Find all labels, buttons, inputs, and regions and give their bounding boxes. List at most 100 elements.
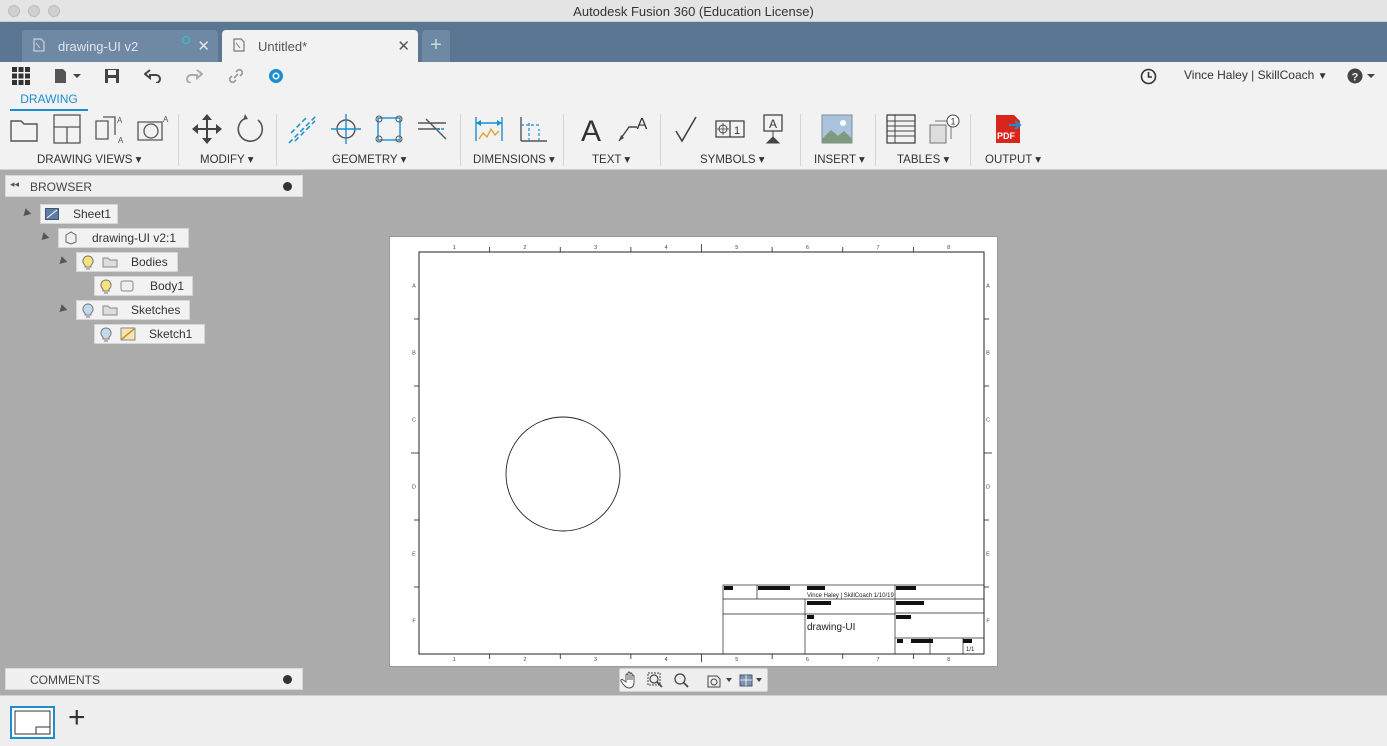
pan-hand-icon[interactable] xyxy=(620,671,635,689)
feature-control-frame-icon[interactable]: 1 xyxy=(713,112,747,146)
datum-identifier-icon[interactable]: A xyxy=(756,112,790,146)
group-label-dimensions[interactable]: DIMENSIONS ▾ xyxy=(473,152,555,166)
workspace-tab-drawing[interactable]: DRAWING xyxy=(10,92,88,111)
balloon-icon[interactable]: 1 xyxy=(927,112,961,146)
user-account-menu[interactable]: Vince Haley | SkillCoach ▼ xyxy=(1184,68,1328,82)
group-label-symbols[interactable]: SYMBOLS ▾ xyxy=(700,152,765,166)
save-icon[interactable] xyxy=(102,66,122,86)
pdf-export-icon[interactable]: PDF xyxy=(992,112,1026,146)
collapse-panel-icon[interactable]: ◂◂ xyxy=(10,179,19,190)
tree-node-sketch1[interactable]: Sketch1 xyxy=(94,324,205,344)
detail-view-icon[interactable]: A xyxy=(136,112,170,146)
title-bar: Autodesk Fusion 360 (Education License) xyxy=(0,0,1387,22)
zone-label: F xyxy=(412,619,416,625)
tab-untitled[interactable]: Untitled* ✕ xyxy=(222,30,418,62)
sheet-thumbnail-1[interactable] xyxy=(10,706,55,739)
zoom-window-icon[interactable] xyxy=(647,672,663,688)
undo-icon[interactable] xyxy=(143,66,163,86)
group-label-insert[interactable]: INSERT ▾ xyxy=(814,152,865,166)
insert-image-icon[interactable] xyxy=(820,112,854,146)
leader-icon[interactable]: A xyxy=(616,112,650,146)
tree-node-sketches[interactable]: Sketches xyxy=(76,300,190,320)
redo-icon[interactable] xyxy=(184,66,204,86)
lightbulb-icon[interactable] xyxy=(100,326,112,342)
surface-texture-icon[interactable] xyxy=(670,112,704,146)
group-label-output[interactable]: OUTPUT ▾ xyxy=(985,152,1041,166)
job-status-icon[interactable] xyxy=(266,66,286,86)
group-label-modify[interactable]: MODIFY ▾ xyxy=(200,152,253,166)
expand-triangle-icon[interactable] xyxy=(38,232,50,243)
tree-node-drawing-view[interactable]: drawing-UI v2:1 xyxy=(58,228,189,248)
edge-extension-icon[interactable] xyxy=(415,112,449,146)
tree-node-body1[interactable]: Body1 xyxy=(94,276,193,296)
add-sheet-button[interactable]: + xyxy=(68,703,86,733)
group-label-geometry[interactable]: GEOMETRY ▾ xyxy=(332,152,406,166)
table-icon[interactable] xyxy=(884,112,918,146)
zone-label: D xyxy=(412,485,416,491)
browser-panel-header[interactable]: ◂◂ BROWSER xyxy=(5,175,303,197)
link-icon[interactable] xyxy=(226,66,246,86)
panel-pin-icon[interactable] xyxy=(283,182,292,191)
zone-label: 6 xyxy=(806,657,809,663)
user-name: Vince Haley | SkillCoach xyxy=(1184,68,1315,82)
zoom-icon[interactable] xyxy=(674,673,689,688)
tree-node-sheet1[interactable]: Sheet1 xyxy=(40,204,118,224)
zone-label: B xyxy=(986,351,990,357)
data-panel-grid-icon[interactable] xyxy=(10,66,32,86)
group-separator xyxy=(178,114,179,166)
svg-text:1: 1 xyxy=(734,125,740,137)
tree-label: Sketch1 xyxy=(149,327,193,341)
zone-label: 6 xyxy=(806,245,809,251)
expand-triangle-icon[interactable] xyxy=(56,256,68,267)
group-separator xyxy=(660,114,661,166)
centerline-icon[interactable] xyxy=(286,112,320,146)
document-tab-strip: drawing-UI v2 ✕ Untitled* ✕ + xyxy=(0,22,1387,62)
add-comment-icon[interactable] xyxy=(283,675,292,684)
close-tab-button[interactable]: ✕ xyxy=(197,37,210,55)
ordinate-dimension-icon[interactable] xyxy=(516,112,550,146)
drawing-doc-icon xyxy=(33,38,45,52)
move-icon[interactable] xyxy=(190,112,224,146)
group-separator xyxy=(276,114,277,166)
center-mark-pattern-icon[interactable] xyxy=(372,112,406,146)
sheet-canvas[interactable]: 1 1 2 2 3 3 4 4 5 5 6 6 7 7 8 8 A A B B C C D D E E F F Vince Haley… xyxy=(390,237,997,666)
group-label-tables[interactable]: TABLES ▾ xyxy=(897,152,949,166)
zone-labels: 1 1 2 2 3 3 4 4 5 5 6 6 7 7 8 8 A A B B C C D D E E F F xyxy=(412,245,990,663)
text-icon[interactable]: A xyxy=(574,112,608,146)
fit-to-window-icon[interactable] xyxy=(707,675,732,688)
projected-view-icon[interactable] xyxy=(50,112,84,146)
zone-label: E xyxy=(986,552,990,558)
drawing-sheet[interactable]: 1 1 2 2 3 3 4 4 5 5 6 6 7 7 8 8 A A B B C C D D E E F F Vince Haley… xyxy=(389,236,998,667)
tree-node-bodies[interactable]: Bodies xyxy=(76,252,178,272)
zone-label: 2 xyxy=(523,657,526,663)
center-mark-icon[interactable] xyxy=(329,112,363,146)
comments-panel-header[interactable]: COMMENTS xyxy=(5,668,303,690)
lightbulb-icon[interactable] xyxy=(82,302,94,318)
zone-label: 7 xyxy=(877,657,880,663)
tab-drawing-ui-v2[interactable]: drawing-UI v2 ✕ xyxy=(22,30,218,62)
sketch-circle[interactable] xyxy=(505,416,621,532)
zone-label: 4 xyxy=(665,245,668,251)
svg-text:A: A xyxy=(163,115,169,124)
zone-label: C xyxy=(412,418,416,424)
section-view-icon[interactable]: AA xyxy=(93,112,127,146)
lightbulb-icon[interactable] xyxy=(100,278,112,294)
display-settings-icon[interactable] xyxy=(739,674,762,687)
expand-triangle-icon[interactable] xyxy=(20,208,32,219)
history-clock-icon[interactable] xyxy=(1138,66,1158,86)
rotate-icon[interactable] xyxy=(233,112,267,146)
expand-triangle-icon[interactable] xyxy=(56,304,68,315)
svg-text:1: 1 xyxy=(950,117,955,127)
file-menu-button[interactable] xyxy=(52,66,84,86)
group-label-drawing-views[interactable]: DRAWING VIEWS ▾ xyxy=(37,152,141,166)
new-tab-button[interactable]: + xyxy=(422,30,450,62)
dimension-icon[interactable] xyxy=(472,112,506,146)
tab-label: drawing-UI v2 xyxy=(58,39,139,54)
svg-text:A: A xyxy=(117,116,123,125)
help-menu-button[interactable]: ? xyxy=(1346,66,1380,86)
group-label-text[interactable]: TEXT ▾ xyxy=(592,152,630,166)
comments-title: COMMENTS xyxy=(30,673,100,687)
base-view-icon[interactable] xyxy=(7,112,41,146)
close-tab-button[interactable]: ✕ xyxy=(397,37,410,55)
lightbulb-icon[interactable] xyxy=(82,254,94,270)
